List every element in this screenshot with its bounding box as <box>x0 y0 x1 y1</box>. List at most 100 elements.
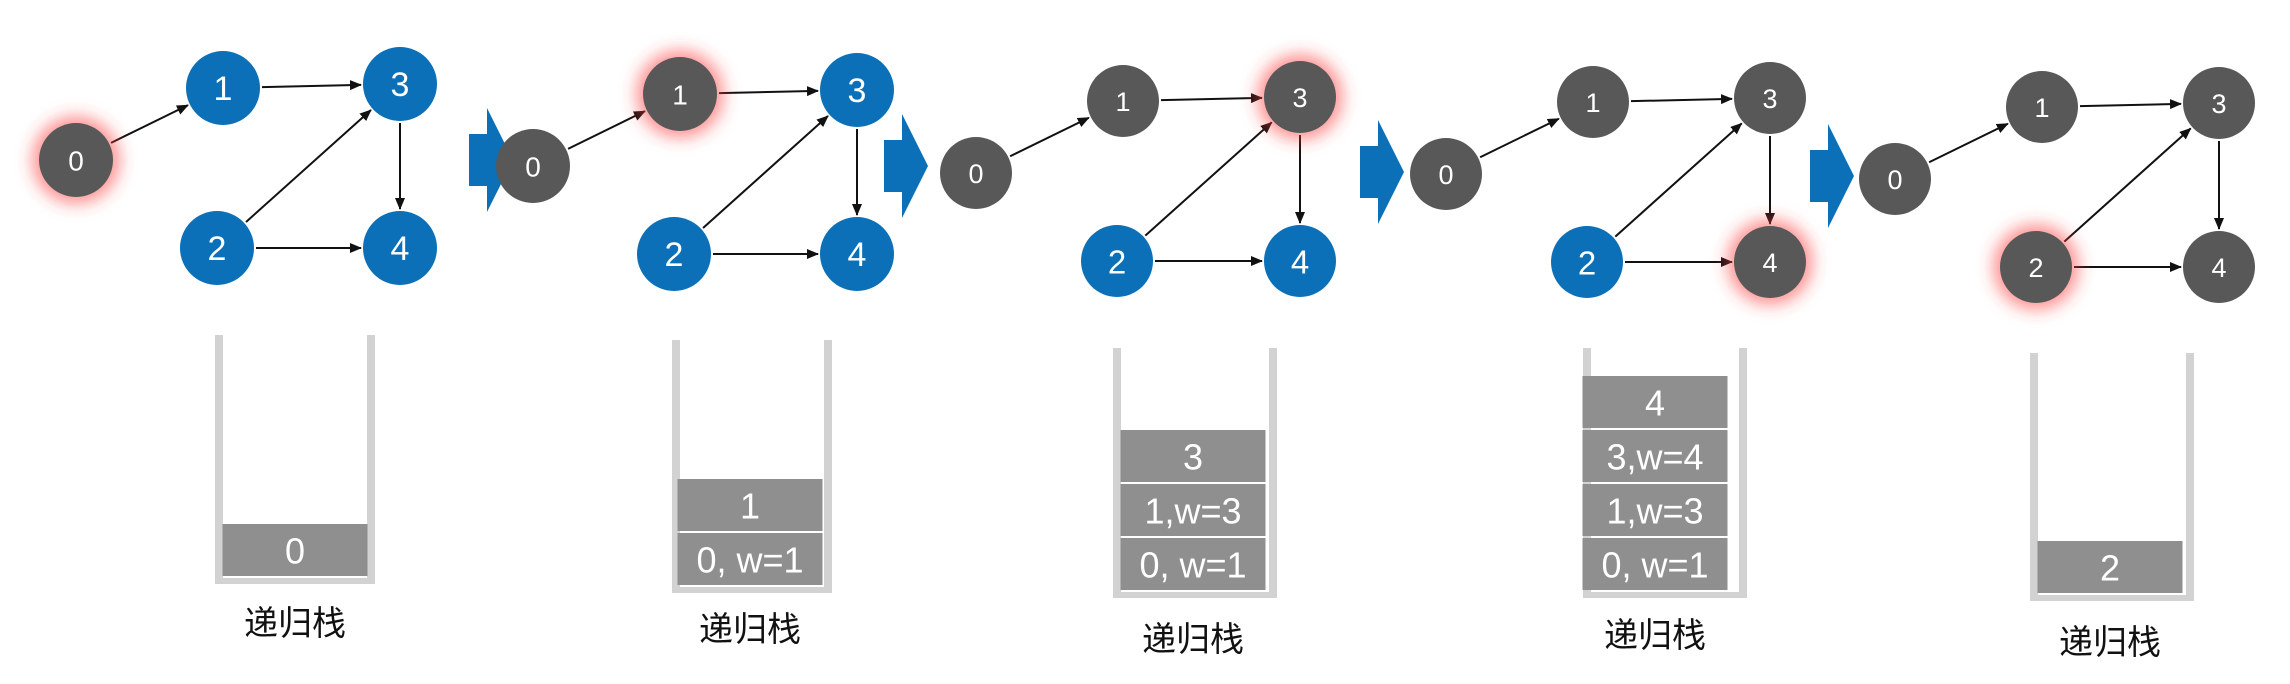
node-label: 1 <box>2034 93 2049 123</box>
stack-frame: 3,w=4 <box>1582 430 1728 482</box>
stack-caption: 递归栈 <box>2059 624 2161 662</box>
node-label: 0 <box>968 159 983 189</box>
stack-frame-text: 0 <box>285 531 305 572</box>
stack-frame-text: 1,w=3 <box>1606 491 1703 532</box>
stack-wall-left <box>215 335 223 584</box>
edge-2-3 <box>1144 121 1273 237</box>
node-label: 2 <box>2028 253 2043 283</box>
stack-frame-text: 0, w=1 <box>1601 545 1708 586</box>
node-0: 0 <box>32 116 120 204</box>
next-step-arrow-icon <box>884 114 928 218</box>
node-label: 2 <box>665 236 684 274</box>
stack-frame: 2 <box>2037 541 2183 593</box>
frame-4: 0 1 2 3 4 4 3,w=4 1,w=3 0, w=1 递归栈 <box>1410 62 1813 655</box>
stack-wall-right <box>2186 353 2194 601</box>
node-label: 2 <box>208 230 227 268</box>
node-3: 3 <box>1257 54 1343 140</box>
node-label: 3 <box>848 72 867 110</box>
stack-floor <box>672 587 832 593</box>
stack-wall-right <box>1739 348 1747 598</box>
stack-wall-left <box>1113 348 1121 598</box>
stack-wall-right <box>824 340 832 593</box>
stack-frame: 0 <box>222 524 368 576</box>
edge-0-1 <box>1009 116 1090 158</box>
frame-3: 0 1 2 3 4 3 1,w=3 0, w=1 递归栈 <box>940 54 1343 659</box>
frame-5: 0 1 2 3 4 2 递归栈 <box>1859 67 2255 662</box>
edge-1-3 <box>1630 94 1734 105</box>
node-3: 3 <box>1734 62 1806 134</box>
recursion-stack: 1 0, w=1 <box>672 340 832 593</box>
stack-floor <box>215 578 375 584</box>
edges <box>1479 94 1775 267</box>
stack-frame: 0, w=1 <box>1120 538 1266 590</box>
stack-caption: 递归栈 <box>1142 621 1244 659</box>
stack-frame: 1,w=3 <box>1582 484 1728 536</box>
node-2: 2 <box>180 211 254 285</box>
node-1: 1 <box>636 50 724 138</box>
node-0: 0 <box>1410 138 1482 210</box>
node-4: 4 <box>363 211 437 285</box>
stack-frame: 0, w=1 <box>677 533 823 585</box>
edge-0-1 <box>567 110 646 150</box>
node-1: 1 <box>1557 66 1629 138</box>
stack-frame-text: 4 <box>1645 383 1665 424</box>
node-label: 0 <box>1438 160 1453 190</box>
edge-0-1 <box>1928 122 2009 164</box>
node-label: 4 <box>1291 244 1309 281</box>
stack-floor <box>1113 592 1277 598</box>
stack-wall-right <box>367 335 375 584</box>
stack-caption: 递归栈 <box>244 605 346 643</box>
stack-wall-left <box>2030 353 2038 601</box>
stack-frame: 3 <box>1120 430 1266 482</box>
stack-caption: 递归栈 <box>1604 617 1706 655</box>
edge-1-3 <box>718 86 820 97</box>
edges <box>1009 93 1305 266</box>
edges <box>1928 99 2224 272</box>
node-1: 1 <box>2006 71 2078 143</box>
node-3: 3 <box>820 53 894 127</box>
node-3: 3 <box>363 47 437 121</box>
edge-0-1 <box>1479 117 1560 159</box>
stack-frame-text: 3 <box>1183 437 1203 478</box>
node-4: 4 <box>2183 231 2255 303</box>
recursion-stack: 3 1,w=3 0, w=1 <box>1113 348 1277 598</box>
edge-2-3 <box>245 109 372 223</box>
node-label: 1 <box>1115 87 1130 117</box>
node-label: 1 <box>1585 88 1600 118</box>
recursion-stack: 2 <box>2030 353 2194 601</box>
stack-frame: 4 <box>1582 376 1728 428</box>
edge-2-3 <box>702 115 829 229</box>
stack-frame-text: 0, w=1 <box>1139 545 1246 586</box>
node-label: 2 <box>1578 245 1596 282</box>
stack-caption: 递归栈 <box>699 611 801 649</box>
node-label: 3 <box>2211 89 2226 119</box>
stack-frame-text: 2 <box>2100 548 2120 589</box>
edge-2-3 <box>1614 122 1743 238</box>
stack-frame-text: 0, w=1 <box>696 540 803 581</box>
node-label: 4 <box>391 230 410 268</box>
stack-frame: 1,w=3 <box>1120 484 1266 536</box>
recursion-stack: 4 3,w=4 1,w=3 0, w=1 <box>1582 348 1747 598</box>
edge-2-3 <box>2063 127 2192 243</box>
node-1: 1 <box>1087 65 1159 137</box>
node-label: 0 <box>68 146 84 177</box>
node-label: 1 <box>672 80 688 111</box>
node-label: 3 <box>1292 83 1307 113</box>
edge-1-3 <box>2079 99 2183 110</box>
node-2: 2 <box>1551 226 1623 298</box>
node-3: 3 <box>2183 67 2255 139</box>
node-2: 2 <box>1993 224 2079 310</box>
edge-1-3 <box>1160 93 1264 104</box>
node-label: 3 <box>1762 84 1777 114</box>
stack-frame-text: 1 <box>740 486 760 527</box>
stack-floor <box>1583 592 1747 598</box>
node-label: 4 <box>848 236 867 274</box>
node-2: 2 <box>1081 225 1153 297</box>
node-1: 1 <box>186 51 260 125</box>
next-step-arrow-icon <box>1360 120 1404 224</box>
stack-frame-text: 1,w=3 <box>1144 491 1241 532</box>
node-label: 0 <box>525 152 541 183</box>
stack-floor <box>2030 595 2194 601</box>
node-label: 0 <box>1887 165 1902 195</box>
edges <box>110 80 405 253</box>
